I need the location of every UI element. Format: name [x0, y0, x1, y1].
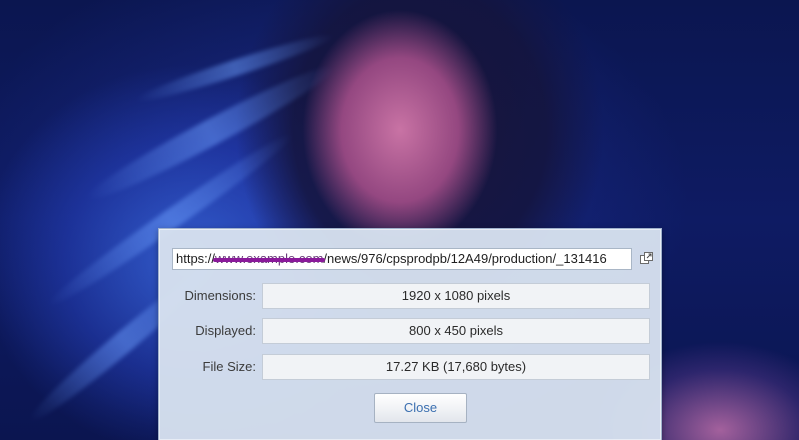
file-size-row: File Size: 17.27 KB (17,680 bytes) — [159, 354, 663, 380]
close-button[interactable]: Close — [374, 393, 467, 423]
photo-light-streak — [132, 27, 338, 109]
dimensions-value[interactable]: 1920 x 1080 pixels — [262, 283, 650, 309]
file-size-label: File Size: — [202, 359, 256, 374]
url-path: /news/976/cpsprodpb/12A49/production/_13… — [323, 251, 607, 266]
url-redacted-domain: www.example.com — [213, 249, 326, 269]
image-viewer-stage: https://www.example.com/news/976/cpsprod… — [0, 0, 799, 440]
displayed-label: Displayed: — [195, 323, 256, 338]
url-row: https://www.example.com/news/976/cpsprod… — [172, 248, 658, 270]
image-url-field[interactable]: https://www.example.com/news/976/cpsprod… — [172, 248, 632, 270]
dimensions-label: Dimensions: — [184, 288, 256, 303]
url-prefix: https:// — [176, 251, 216, 266]
displayed-row: Displayed: 800 x 450 pixels — [159, 318, 663, 344]
file-size-value[interactable]: 17.27 KB (17,680 bytes) — [262, 354, 650, 380]
image-properties-dialog: https://www.example.com/news/976/cpsprod… — [158, 228, 662, 440]
open-in-new-window-icon[interactable] — [639, 251, 654, 266]
dimensions-row: Dimensions: 1920 x 1080 pixels — [159, 283, 663, 309]
displayed-value[interactable]: 800 x 450 pixels — [262, 318, 650, 344]
